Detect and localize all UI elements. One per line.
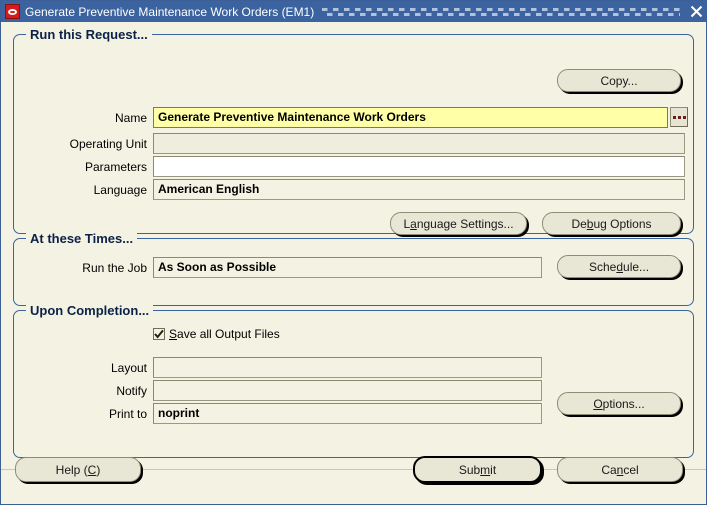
submit-label: Submit [458, 462, 497, 477]
name-field[interactable]: Generate Preventive Maintenance Work Ord… [153, 107, 668, 128]
debug-options-button[interactable]: Debug Options [542, 212, 681, 235]
run-this-request-title: Run this Request... [26, 27, 152, 42]
language-settings-button[interactable]: Language Settings... [390, 212, 527, 235]
submit-button[interactable]: Submit [413, 456, 542, 483]
help-button[interactable]: Help (C) [15, 457, 141, 482]
layout-field[interactable] [153, 357, 542, 378]
run-the-job-field[interactable]: As Soon as Possible [153, 257, 542, 278]
name-lov-icon[interactable] [670, 107, 688, 127]
run-the-job-label: Run the Job [82, 261, 147, 275]
cancel-label: Cancel [601, 462, 639, 477]
operating-unit-field[interactable] [153, 133, 685, 154]
titlebar-pattern [322, 4, 680, 19]
options-label: Options... [593, 396, 645, 411]
checkbox-box [153, 328, 165, 340]
layout-label: Layout [110, 361, 147, 375]
language-field[interactable]: American English [153, 179, 685, 200]
help-label: Help (C) [55, 462, 101, 477]
close-icon[interactable] [684, 1, 706, 22]
cancel-button[interactable]: Cancel [557, 457, 683, 482]
schedule-label: Schedule... [588, 259, 650, 274]
upon-completion-title: Upon Completion... [26, 303, 154, 318]
title-bar: Generate Preventive Maintenance Work Ord… [1, 1, 706, 22]
submit-request-window: Generate Preventive Maintenance Work Ord… [0, 0, 707, 505]
debug-options-label: Debug Options [571, 216, 652, 231]
save-all-output-files-label: Save all Output Files [169, 327, 280, 341]
notify-field[interactable] [153, 380, 542, 401]
language-label: Language [93, 183, 147, 197]
print-to-label: Print to [108, 407, 147, 421]
at-these-times-title: At these Times... [26, 231, 138, 246]
operating-unit-label: Operating Unit [69, 137, 147, 151]
language-settings-label: Language Settings... [403, 216, 514, 231]
window-title: Generate Preventive Maintenance Work Ord… [25, 4, 315, 19]
schedule-button[interactable]: Schedule... [557, 255, 681, 278]
dialog-canvas: Run this Request... Copy... Name Generat… [1, 22, 706, 504]
oracle-logo-icon [5, 4, 20, 19]
copy-button[interactable]: Copy... [557, 69, 681, 92]
save-all-output-files-checkbox[interactable]: Save all Output Files [153, 327, 280, 341]
parameters-label: Parameters [84, 160, 147, 174]
options-button[interactable]: Options... [557, 392, 681, 415]
name-label: Name [114, 111, 147, 125]
parameters-field[interactable] [153, 156, 685, 177]
print-to-field[interactable]: noprint [153, 403, 542, 424]
notify-label: Notify [116, 384, 147, 398]
